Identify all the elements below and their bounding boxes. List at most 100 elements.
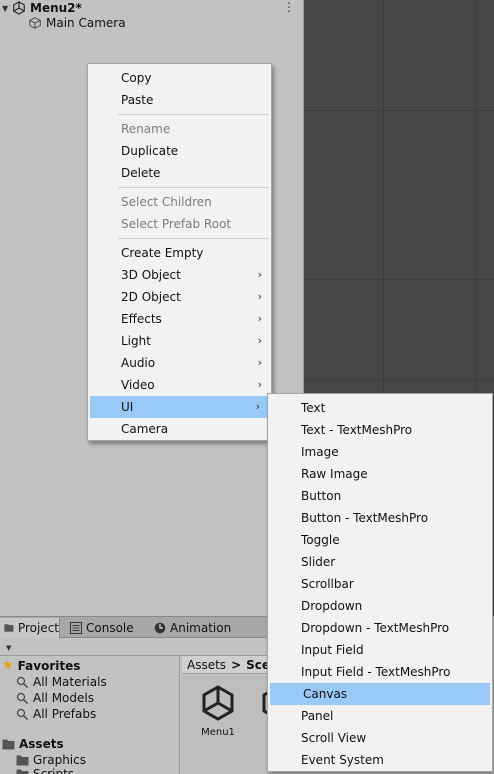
submenu-item-input-field[interactable]: Input Field [268,639,492,661]
breadcrumb: Assets > Sce [182,656,270,674]
menu-item-label: Input Field [301,643,364,657]
menu-item-label: Canvas [303,687,348,701]
menu-item-duplicate[interactable]: Duplicate [88,140,271,162]
menu-item-3d-object[interactable]: 3D Object › [88,264,271,286]
favorite-item-label: All Prefabs [33,707,97,721]
submenu-item-event-system[interactable]: Event System [268,749,492,771]
hierarchy-context-menu: Copy Paste Rename Duplicate Delete Select Chi… [87,63,272,441]
tab-animation[interactable]: Animation [150,618,231,638]
favorites-header[interactable]: ★ Favorites [2,658,80,674]
submenu-item-button[interactable]: Button [268,485,492,507]
submenu-item-canvas[interactable]: Canvas [270,683,490,705]
asset-grid: Menu1 M [182,675,270,774]
tab-label: Console [86,621,134,635]
search-icon [16,692,28,704]
breadcrumb-root[interactable]: Assets [187,658,226,672]
submenu-item-toggle[interactable]: Toggle [268,529,492,551]
menu-item-ui[interactable]: UI › [90,396,269,418]
menu-item-label: Button [301,489,342,503]
menu-item-label: Panel [301,709,334,723]
submenu-item-image[interactable]: Image [268,441,492,463]
favorite-item[interactable]: All Models [16,690,94,706]
menu-item-2d-object[interactable]: 2D Object › [88,286,271,308]
dropdown-arrow-icon[interactable]: ▼ [6,644,11,652]
tab-label: Animation [170,621,232,635]
menu-item-label: Paste [121,93,154,107]
tab-console[interactable]: Console [66,618,134,638]
assets-header[interactable]: Assets [2,736,64,752]
scene-header-row[interactable]: ▼ Menu2* ⋮ [0,0,303,16]
favorite-item-label: All Materials [33,675,107,689]
kebab-menu-icon[interactable]: ⋮ [283,0,295,14]
hierarchy-item-label: Main Camera [46,16,126,30]
folder-icon [16,755,29,765]
menu-item-label: Create Empty [121,246,204,260]
menu-item-rename: Rename [88,118,271,140]
submenu-item-scroll-view[interactable]: Scroll View [268,727,492,749]
submenu-item-panel[interactable]: Panel [268,705,492,727]
menu-item-copy[interactable]: Copy [88,67,271,89]
submenu-item-slider[interactable]: Slider [268,551,492,573]
menu-item-label: Dropdown - TextMeshPro [301,621,450,635]
menu-item-video[interactable]: Video › [88,374,271,396]
submenu-item-input-field-textmeshpro[interactable]: Input Field - TextMeshPro [268,661,492,683]
folder-icon [4,624,14,632]
menu-item-label: Select Children [121,195,212,209]
menu-item-label: Copy [121,71,152,85]
menu-item-paste[interactable]: Paste [88,89,271,111]
console-icon [70,622,82,634]
menu-item-create-empty[interactable]: Create Empty [88,242,271,264]
menu-item-label: Event System [301,753,384,767]
gameobject-cube-icon [29,17,41,29]
animation-icon [154,622,166,634]
submenu-item-dropdown[interactable]: Dropdown [268,595,492,617]
menu-item-effects[interactable]: Effects › [88,308,271,330]
asset-folder-item[interactable]: Scripts [16,766,74,774]
menu-item-label: Toggle [301,533,340,547]
submenu-item-raw-image[interactable]: Raw Image [268,463,492,485]
menu-item-label: Effects [121,312,162,326]
menu-item-light[interactable]: Light › [88,330,271,352]
menu-item-delete[interactable]: Delete [88,162,271,184]
submenu-item-button-textmeshpro[interactable]: Button - TextMeshPro [268,507,492,529]
chevron-right-icon: › [257,268,262,281]
asset-item-label: Menu1 [201,727,235,738]
submenu-item-dropdown-textmeshpro[interactable]: Dropdown - TextMeshPro [268,617,492,639]
hierarchy-item-main-camera[interactable]: Main Camera [28,15,126,31]
chevron-right-icon: › [257,378,262,391]
panel-tab-bar: Project Console Animation [0,616,270,638]
submenu-item-text-textmeshpro[interactable]: Text - TextMeshPro [268,419,492,441]
menu-item-label: Rename [121,122,171,136]
grid-line [304,380,494,381]
project-toolbar: ▼ [0,638,270,656]
submenu-item-text[interactable]: Text [268,397,492,419]
favorite-item-label: All Models [33,691,94,705]
menu-separator [118,187,269,188]
menu-item-label: 2D Object [121,290,181,304]
submenu-item-scrollbar[interactable]: Scrollbar [268,573,492,595]
tab-project[interactable]: Project [0,618,60,638]
menu-item-label: Scroll View [301,731,367,745]
collapse-arrow-icon[interactable]: ▼ [2,4,12,13]
chevron-right-icon: › [257,290,262,303]
menu-item-audio[interactable]: Audio › [88,352,271,374]
menu-item-label: Scrollbar [301,577,354,591]
menu-item-label: Light [121,334,151,348]
menu-separator [118,114,269,115]
chevron-right-icon: › [257,356,262,369]
menu-item-label: Input Field - TextMeshPro [301,665,451,679]
menu-item-label: Slider [301,555,336,569]
unity-scene-icon [13,1,25,15]
project-panel: Project Console Animation ▼ ★ Favorites … [0,616,270,774]
favorite-item[interactable]: All Prefabs [16,706,96,722]
menu-item-select-children: Select Children [88,191,271,213]
menu-item-camera[interactable]: Camera [88,418,271,440]
tab-label: Project [17,621,59,635]
menu-item-label: Select Prefab Root [121,217,232,231]
favorite-item[interactable]: All Materials [16,674,107,690]
menu-item-label: UI [121,400,134,414]
asset-item-menu1[interactable]: Menu1 [188,683,248,738]
star-icon: ★ [2,658,14,673]
search-icon [16,676,28,688]
project-folder-tree: ★ Favorites All Materials All Models All… [0,656,180,774]
